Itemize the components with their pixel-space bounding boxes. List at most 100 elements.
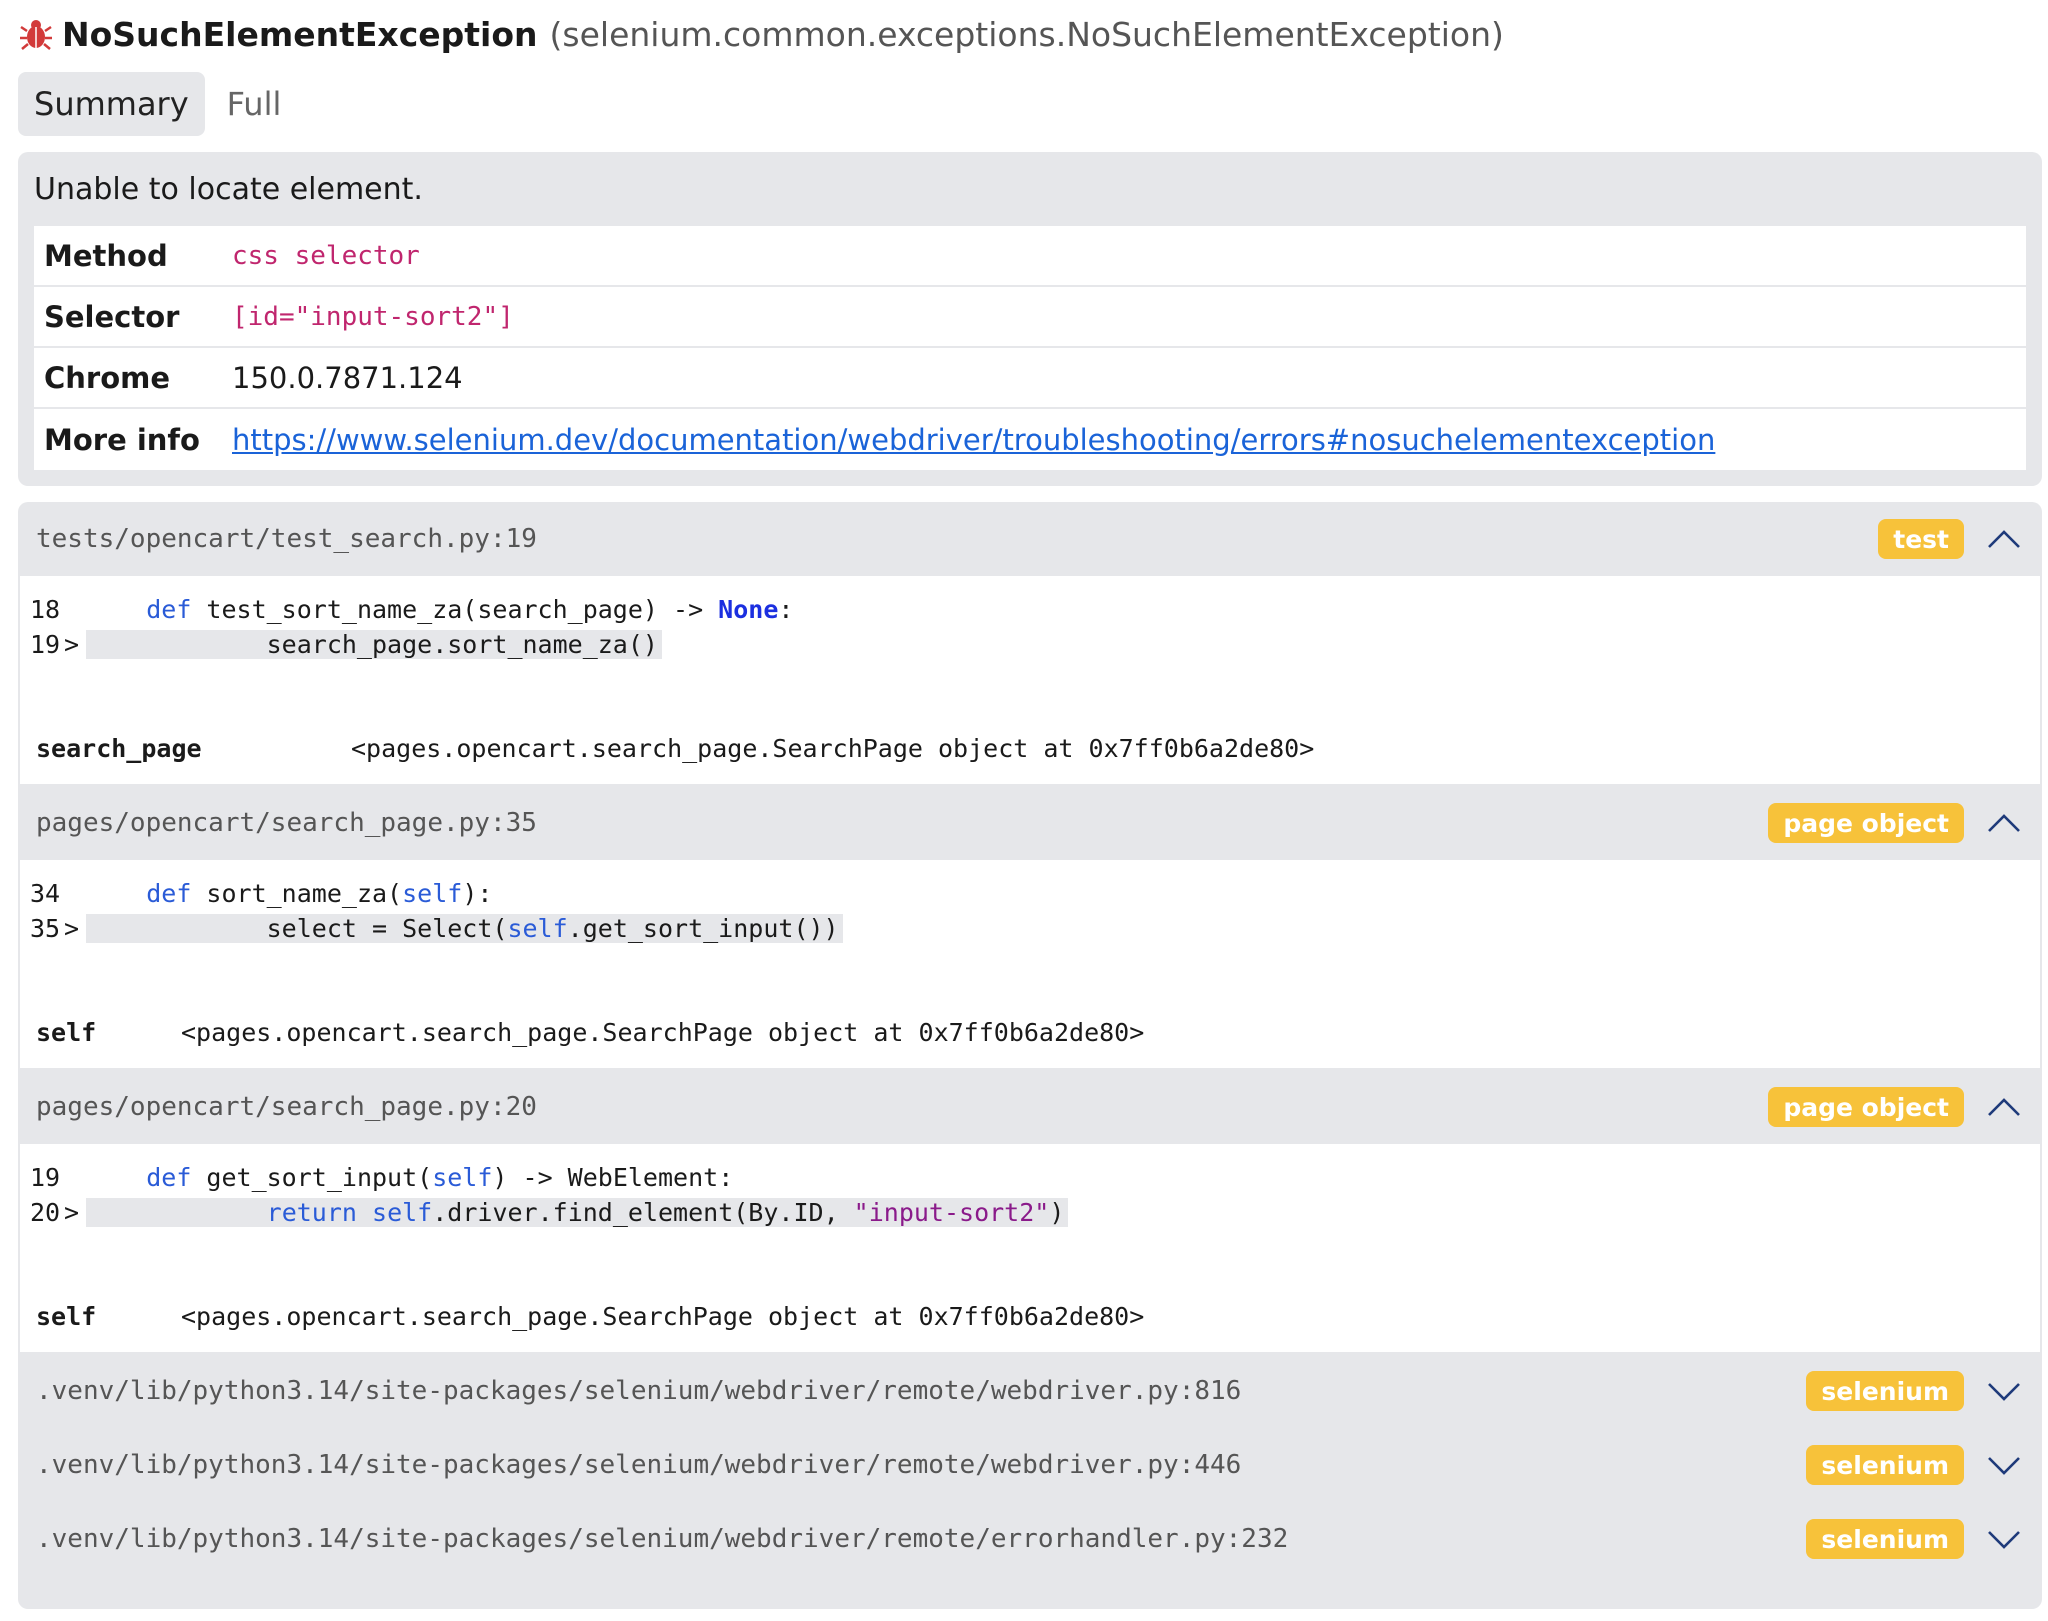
line-number: 19 — [30, 629, 61, 659]
info-row-method: Method css selector — [34, 226, 2026, 287]
code-token: sort_name_za( — [191, 878, 403, 908]
line-number: 19 — [30, 1162, 61, 1192]
code-keyword: def — [146, 594, 192, 624]
variable-name: self — [36, 1017, 97, 1047]
view-tabs: Summary Full — [18, 72, 303, 136]
frame-path: .venv/lib/python3.14/site-packages/selen… — [36, 1450, 1242, 1480]
variable-value: <pages.opencart.search_page.SearchPage o… — [351, 733, 1315, 763]
code-line: 34 def sort_name_za(self): — [30, 876, 496, 910]
code-text: select = Select(self.get_sort_input()) — [86, 913, 843, 943]
code-token: ): — [462, 878, 493, 908]
code-keyword: None — [718, 594, 779, 624]
code-text: def test_sort_name_za(search_page) -> No… — [86, 595, 797, 624]
code-text: def get_sort_input(self) -> WebElement: — [86, 1163, 737, 1192]
exception-name: NoSuchElementException — [62, 14, 538, 54]
code-string: "input-sort2" — [853, 1197, 1050, 1227]
line-marker: > — [64, 629, 80, 659]
code-token: ) -> WebElement: — [492, 1162, 734, 1192]
line-marker: > — [64, 1197, 80, 1227]
frame-body: 34 def sort_name_za(self): 35 > select = … — [20, 860, 2040, 1070]
variable-name: search_page — [36, 733, 202, 763]
chevron-down-icon[interactable] — [1984, 1371, 2024, 1411]
collapsed-frame-header[interactable]: .venv/lib/python3.14/site-packages/selen… — [18, 1428, 2042, 1502]
tab-summary[interactable]: Summary — [18, 72, 205, 136]
code-token: test_sort_name_za(search_page) -> — [191, 594, 719, 624]
line-number: 35 — [30, 913, 61, 943]
line-number: 34 — [30, 878, 61, 908]
local-variable: self <pages.opencart.search_page.SearchPa… — [36, 1296, 1144, 1336]
code-token: .get_sort_input()) — [567, 913, 839, 943]
code-keyword: self — [507, 913, 568, 943]
code-keyword: self — [402, 878, 463, 908]
local-variable: search_page <pages.opencart.search_page.S… — [36, 728, 1314, 768]
info-key: Chrome — [44, 360, 171, 395]
code-token: ) — [1049, 1197, 1065, 1227]
error-message: Unable to locate element. — [34, 172, 423, 207]
chevron-up-icon[interactable] — [1984, 519, 2024, 559]
chevron-up-icon[interactable] — [1984, 803, 2024, 843]
more-info-link[interactable]: https://www.selenium.dev/documentation/w… — [232, 423, 1715, 457]
frame-path: pages/opencart/search_page.py:35 — [36, 808, 537, 838]
code-line: 19 def get_sort_input(self) -> WebElemen… — [30, 1160, 737, 1194]
code-token: get_sort_input( — [191, 1162, 433, 1192]
exception-qualified-name: (selenium.common.exceptions.NoSuchElemen… — [549, 14, 1504, 54]
frame-tag: page object — [1768, 803, 1964, 843]
code-token: search_page.sort_name_za() — [146, 629, 658, 659]
line-number: 20 — [30, 1197, 61, 1227]
code-text: search_page.sort_name_za() — [86, 629, 662, 659]
frame-path: .venv/lib/python3.14/site-packages/selen… — [36, 1524, 1289, 1554]
frame-tag: selenium — [1806, 1371, 1964, 1411]
frame-tag: page object — [1768, 1087, 1964, 1127]
frame-tag: selenium — [1806, 1519, 1964, 1559]
stack-frames: tests/opencart/test_search.py:19 test 18… — [18, 502, 2042, 1609]
info-row-selector: Selector [id="input-sort2"] — [34, 287, 2026, 348]
summary-panel: Unable to locate element. Method css sel… — [18, 152, 2042, 486]
code-line-highlighted: 35 > select = Select(self.get_sort_input(… — [30, 911, 843, 945]
local-variable: self <pages.opencart.search_page.SearchPa… — [36, 1012, 1144, 1052]
exception-header: NoSuchElementException (selenium.common.… — [20, 14, 1504, 54]
collapsed-frame-header[interactable]: .venv/lib/python3.14/site-packages/selen… — [18, 1502, 2042, 1576]
chevron-down-icon[interactable] — [1984, 1445, 2024, 1485]
frame-header[interactable]: pages/opencart/search_page.py:20 page ob… — [18, 1070, 2042, 1144]
code-line-highlighted: 20 > return self.driver.find_element(By.I… — [30, 1195, 1069, 1229]
frame-path: tests/opencart/test_search.py:19 — [36, 524, 537, 554]
info-value: [id="input-sort2"] — [232, 301, 514, 332]
code-text: return self.driver.find_element(By.ID, "… — [86, 1197, 1069, 1227]
frame-body: 19 def get_sort_input(self) -> WebElemen… — [20, 1144, 2040, 1354]
bug-icon — [20, 20, 52, 50]
info-key: More info — [44, 422, 200, 457]
line-marker: > — [64, 913, 80, 943]
frame-header[interactable]: tests/opencart/test_search.py:19 test — [18, 502, 2042, 576]
chevron-down-icon[interactable] — [1984, 1519, 2024, 1559]
frame-tag: selenium — [1806, 1445, 1964, 1485]
info-key: Method — [44, 238, 168, 273]
code-token: select = Select( — [146, 913, 508, 943]
info-value: 150.0.7871.124 — [232, 360, 463, 395]
chevron-up-icon[interactable] — [1984, 1087, 2024, 1127]
info-row-chrome: Chrome 150.0.7871.124 — [34, 348, 2026, 409]
code-token: .driver.find_element(By.ID, — [432, 1197, 854, 1227]
code-keyword: self — [432, 1162, 493, 1192]
frame-path: pages/opencart/search_page.py:20 — [36, 1092, 537, 1122]
code-keyword: def — [146, 878, 192, 908]
code-token: : — [778, 594, 794, 624]
info-row-more-info: More info https://www.selenium.dev/docum… — [34, 409, 2026, 470]
collapsed-frame-header[interactable]: .venv/lib/python3.14/site-packages/selen… — [18, 1354, 2042, 1428]
frame-tag: test — [1878, 519, 1964, 559]
frame-path: .venv/lib/python3.14/site-packages/selen… — [36, 1376, 1242, 1406]
frame-header[interactable]: pages/opencart/search_page.py:35 page ob… — [18, 786, 2042, 860]
code-line-highlighted: 19 > search_page.sort_name_za() — [30, 627, 662, 661]
variable-value: <pages.opencart.search_page.SearchPage o… — [181, 1017, 1145, 1047]
info-value: css selector — [232, 240, 420, 271]
code-keyword: def — [146, 1162, 192, 1192]
line-number: 18 — [30, 594, 61, 624]
tab-full[interactable]: Full — [211, 72, 298, 136]
frame-body: 18 def test_sort_name_za(search_page) ->… — [20, 576, 2040, 786]
variable-value: <pages.opencart.search_page.SearchPage o… — [181, 1301, 1145, 1331]
variable-name: self — [36, 1301, 97, 1331]
info-key: Selector — [44, 299, 180, 334]
info-table: Method css selector Selector [id="input-… — [34, 226, 2026, 470]
code-keyword: self — [372, 1197, 433, 1227]
